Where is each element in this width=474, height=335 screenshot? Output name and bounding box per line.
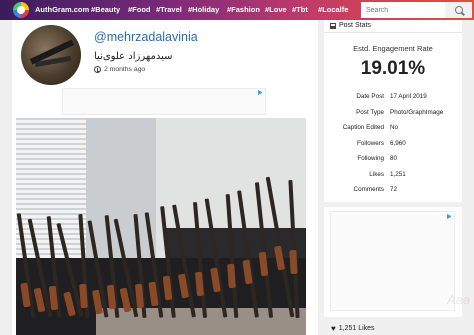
time-ago-text: 2 months ago [104,66,146,73]
post-time: 2 months ago [94,66,145,73]
stat-row: Post Type Photo/GraphImage [324,109,462,119]
brand-link[interactable]: AuthGram.com [35,5,89,14]
stat-value: 1,251 [390,171,406,178]
nav-link-travel[interactable]: #Travel [156,5,182,14]
stat-value: 6,960 [390,140,406,147]
username-link[interactable]: @mehrzadalavinia [94,30,198,44]
stat-key: Comments [353,186,384,193]
stat-key: Likes [369,171,384,178]
top-navbar: AuthGram.com #Beauty #Food #Travel #Holi… [0,0,474,20]
search-input[interactable] [361,2,445,18]
full-name: سیدمهرزاد علوی‌نیا [94,51,173,62]
stat-key: Post Type [356,109,384,116]
search-button[interactable] [445,2,472,18]
stat-key: Caption Edited [342,124,384,131]
sidebar-ad-card [324,207,462,317]
stat-value: Photo/GraphImage [390,109,444,116]
bar-chart-icon [330,22,336,29]
ad-choices-icon[interactable] [258,90,263,95]
authgram-logo-icon[interactable] [13,2,29,18]
nav-link-localfe[interactable]: #Localfe [318,5,348,14]
clock-icon [94,66,101,73]
post-card: @mehrzadalavinia سیدمهرزاد علوی‌نیا 2 mo… [12,20,318,335]
post-stats-card: Post Stats Estd. Engagement Rate 19.01% … [324,20,462,202]
watermark: Aaa [447,292,471,307]
search-icon [454,6,463,14]
stat-value: 72 [390,186,398,193]
stat-value: 17 April 2019 [390,93,427,100]
nav-link-holiday[interactable]: #Holiday [188,5,219,14]
engagement-label: Estd. Engagement Rate [353,44,433,53]
stat-row: Date Post 17 April 2019 [324,93,462,103]
sidebar-ad[interactable] [330,211,455,311]
stat-row: Following 80 [324,155,462,165]
divider [324,32,462,33]
heart-icon[interactable]: ♥ [331,324,336,333]
nav-link-tbt[interactable]: #Tbt [292,5,308,14]
avatar[interactable] [21,25,81,85]
stat-value: 80 [390,155,398,162]
stat-row: Followers 6,960 [324,140,462,150]
stat-row: Likes 1,251 [324,171,462,181]
likes-count: 1,251 Likes [338,325,375,332]
stat-row: Comments 72 [324,186,462,196]
nav-link-beauty[interactable]: #Beauty [91,5,120,14]
stat-key: Following [357,155,384,162]
stat-row: Caption Edited No [324,124,462,134]
stat-key: Followers [357,140,384,147]
nav-link-love[interactable]: #Love [265,5,287,14]
stat-key: Date Post [356,93,384,100]
nav-link-fashion[interactable]: #Fashion [227,5,260,14]
likes-footer: ♥ 1,251 Likes [331,324,375,333]
nav-link-food[interactable]: #Food [128,5,151,14]
stat-value: No [390,124,399,131]
rifle-stock-shape [289,249,298,275]
ad-banner[interactable] [62,88,266,115]
post-photo[interactable] [16,118,306,335]
post-stats-heading: Post Stats [330,22,371,29]
engagement-value: 19.01% [360,58,426,79]
ad-choices-icon[interactable] [447,214,452,219]
